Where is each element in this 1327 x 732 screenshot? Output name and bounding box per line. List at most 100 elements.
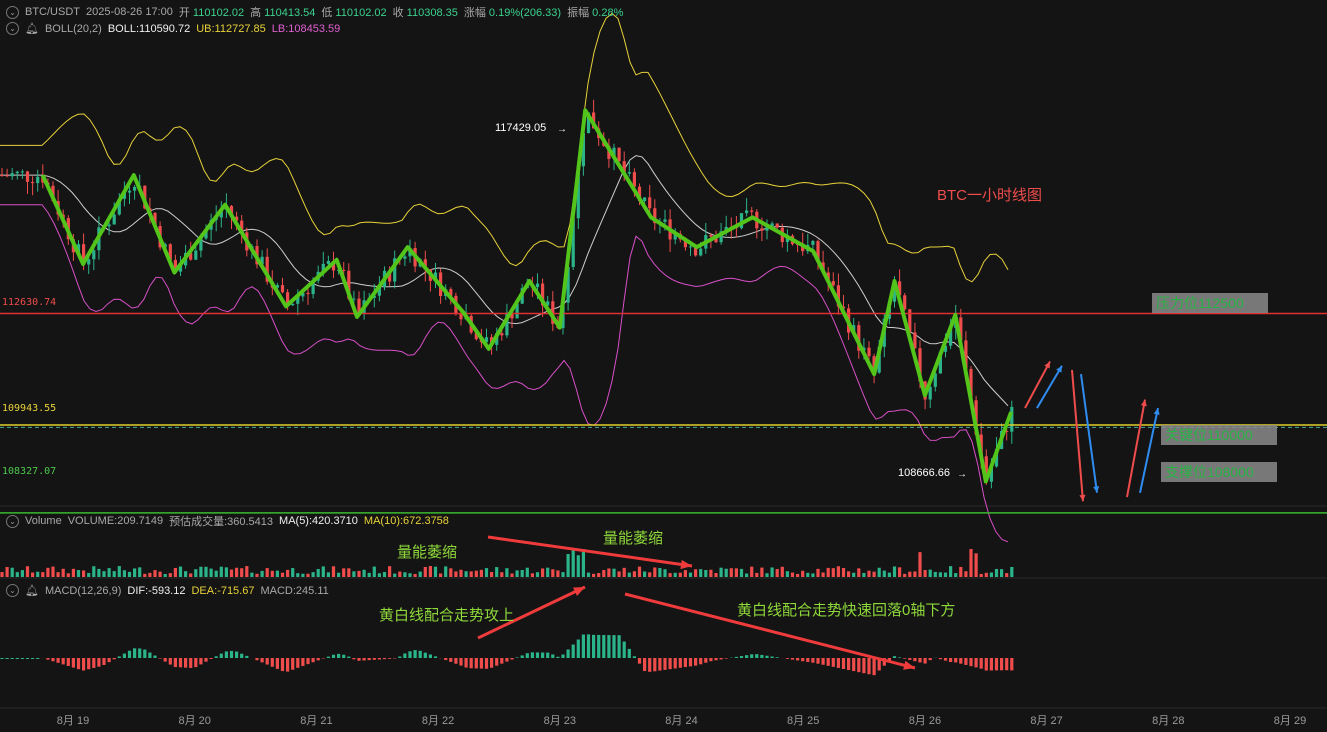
volume-bar — [444, 566, 448, 577]
volume-bar — [826, 567, 830, 577]
macd-bar — [709, 658, 713, 662]
candle-body — [745, 210, 749, 214]
volume-bar — [1000, 569, 1004, 577]
macd-bar — [556, 656, 560, 658]
macd-bar — [694, 658, 698, 666]
macd-bar — [148, 652, 152, 658]
macd-bar — [296, 658, 300, 668]
volume-bar — [66, 573, 70, 577]
volume-bar — [454, 571, 458, 577]
candle-body — [831, 281, 835, 286]
candle-body — [31, 181, 35, 184]
macd-bar — [398, 656, 402, 658]
macd-bar — [658, 658, 662, 671]
macd-bar — [699, 658, 703, 665]
change-label: 涨幅 — [463, 7, 486, 19]
volume-bar — [627, 572, 631, 577]
macd-bar — [20, 658, 24, 659]
macd-bar — [964, 658, 968, 665]
collapse-icon[interactable]: ⌄ — [6, 5, 19, 19]
collapse-icon[interactable]: ⌄ — [6, 584, 19, 597]
macd-bar — [194, 658, 198, 668]
volume-bar — [46, 567, 50, 577]
macd-bar — [56, 658, 60, 663]
collapse-icon[interactable]: ⌄ — [6, 22, 19, 35]
volume-bar — [790, 572, 795, 577]
volume-bar — [97, 568, 101, 577]
volume-bar — [418, 571, 422, 577]
volume-bar — [535, 572, 540, 577]
bell-icon[interactable]: 🔔︎ — [25, 22, 39, 35]
macd-bar — [683, 658, 687, 668]
candle-body — [20, 171, 24, 173]
macd-bar — [214, 656, 218, 658]
volume-bar — [581, 549, 585, 577]
volume-bar — [801, 570, 805, 577]
macd-bar — [969, 658, 973, 667]
macd-bar — [586, 634, 591, 658]
volume-bar — [347, 568, 351, 577]
candle-body — [500, 333, 504, 336]
macd-bar — [469, 658, 473, 669]
symbol-label: BTC/USDT — [25, 6, 80, 18]
macd-bar — [668, 658, 672, 670]
macd-bar — [571, 644, 575, 658]
macd-value: MACD:245.11 — [260, 584, 329, 597]
macd-bar — [484, 658, 489, 669]
open-value: 110102.02 — [192, 7, 245, 19]
red-line-price-label: 112630.74 — [2, 297, 57, 308]
volume-bar — [862, 572, 866, 577]
volume-bar — [622, 567, 626, 577]
volume-bar — [36, 571, 40, 577]
volume-bar — [331, 566, 336, 577]
volume-bar — [994, 568, 999, 577]
volume-bar — [469, 571, 473, 577]
macd-bar — [454, 658, 458, 664]
macd-bar — [178, 658, 183, 668]
volume-bar — [847, 571, 851, 577]
macd-bar — [663, 658, 667, 670]
macd-bar — [76, 658, 81, 670]
volume-bar — [178, 566, 183, 577]
macd-bar — [500, 658, 504, 664]
volume-bar — [617, 571, 621, 577]
volume-bar — [102, 571, 106, 577]
volume-bar — [694, 569, 698, 577]
candle-body — [699, 248, 703, 256]
macd-bar — [796, 658, 800, 661]
macd-bar — [535, 652, 540, 658]
volume-bar — [10, 567, 14, 577]
volume-bar — [1005, 573, 1009, 577]
volume-bar — [663, 569, 667, 577]
volume-bar — [739, 568, 744, 577]
macd-bar — [418, 650, 422, 658]
macd-bar — [831, 658, 835, 667]
volume-bar — [240, 568, 244, 577]
volume-bar — [673, 572, 677, 577]
macd-bar — [474, 658, 478, 669]
macd-bar — [872, 658, 876, 676]
macd-bar — [82, 658, 86, 671]
macd-bar — [765, 655, 769, 658]
bell-icon[interactable]: 🔔︎ — [25, 584, 39, 597]
price-chart[interactable]: 8月 19 8月 20 8月 21 8月 22 8月 23 8月 24 8月 25 8月 26… — [0, 0, 1327, 732]
volume-bar — [352, 571, 356, 577]
volume-bar — [117, 566, 121, 577]
volume-bar — [561, 572, 565, 577]
macd-bar — [158, 658, 162, 659]
macd-bar — [301, 658, 305, 666]
volume-bar — [245, 566, 249, 577]
macd-bar — [520, 655, 524, 658]
macd-bar — [913, 658, 917, 662]
macd-bar — [189, 658, 193, 668]
volume-bar — [357, 570, 361, 577]
volume-bar — [964, 571, 968, 577]
macd-bar — [97, 658, 101, 667]
candle-body — [663, 219, 667, 222]
macd-bar — [943, 658, 948, 661]
volume-bar — [918, 552, 922, 577]
macd-bar — [352, 658, 356, 660]
open-label: 开 — [178, 7, 190, 19]
volume-bar — [148, 572, 152, 577]
collapse-icon[interactable]: ⌄ — [6, 514, 19, 528]
